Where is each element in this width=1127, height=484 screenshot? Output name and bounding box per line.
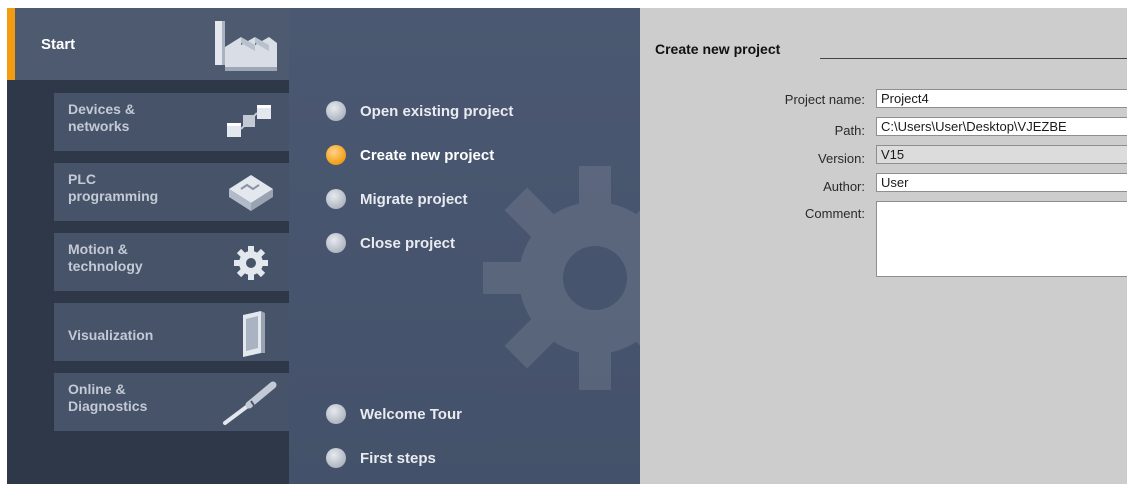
tia-portal-start-view: Start Devices & networks PLC programming bbox=[0, 0, 1127, 484]
action-label: Create new project bbox=[360, 146, 495, 164]
tile-label: Devices & networks bbox=[68, 101, 135, 134]
nav-tile-plc-programming[interactable]: PLC programming bbox=[54, 163, 289, 221]
action-label: Close project bbox=[360, 234, 456, 252]
author-label: Author: bbox=[823, 179, 865, 194]
nav-tile-motion-technology[interactable]: Motion & technology bbox=[54, 233, 289, 291]
tile-label: Visualization bbox=[68, 327, 154, 343]
welcome-tour-action[interactable]: Welcome Tour bbox=[326, 402, 462, 426]
panel-screen-icon bbox=[243, 311, 265, 357]
bullet-icon bbox=[326, 145, 346, 165]
diagnostics-probe-icon bbox=[223, 381, 277, 425]
bullet-icon bbox=[326, 404, 346, 424]
network-devices-icon bbox=[227, 105, 271, 137]
tile-label: Online & Diagnostics bbox=[68, 381, 148, 414]
motion-gear-icon bbox=[234, 246, 268, 280]
bullet-icon bbox=[326, 448, 346, 468]
title-divider bbox=[820, 58, 1127, 59]
start-label: Start bbox=[41, 36, 76, 53]
close-project-action[interactable]: Close project bbox=[326, 231, 455, 255]
comment-field[interactable] bbox=[876, 201, 1127, 277]
action-label: Open existing project bbox=[360, 102, 514, 120]
version-field: V15 bbox=[876, 145, 1127, 164]
active-accent-bar bbox=[7, 8, 15, 80]
bullet-icon bbox=[326, 101, 346, 121]
action-label: Welcome Tour bbox=[360, 405, 462, 423]
plc-programming-icon bbox=[229, 175, 273, 211]
tile-label: Motion & technology bbox=[68, 241, 143, 274]
form-title: Create new project bbox=[655, 41, 781, 57]
action-label: First steps bbox=[360, 449, 436, 467]
project-name-label: Project name: bbox=[784, 92, 865, 107]
action-label: Migrate project bbox=[360, 190, 468, 208]
tile-label: PLC programming bbox=[68, 171, 159, 204]
nav-tile-devices-networks[interactable]: Devices & networks bbox=[54, 93, 289, 151]
open-existing-project-action[interactable]: Open existing project bbox=[326, 99, 513, 123]
project-name-field[interactable]: Project4 bbox=[876, 89, 1127, 108]
nav-tile-online-diagnostics[interactable]: Online & Diagnostics bbox=[54, 373, 289, 431]
version-label: Version: bbox=[818, 151, 865, 166]
create-new-project-action[interactable]: Create new project bbox=[326, 143, 494, 167]
nav-tile-visualization[interactable]: Visualization bbox=[54, 303, 289, 361]
gear-watermark-icon bbox=[483, 166, 640, 390]
migrate-project-action[interactable]: Migrate project bbox=[326, 187, 468, 211]
comment-label: Comment: bbox=[805, 206, 865, 221]
path-label: Path: bbox=[834, 123, 865, 138]
bullet-icon bbox=[326, 189, 346, 209]
factory-icon bbox=[215, 21, 277, 71]
author-field[interactable]: User bbox=[876, 173, 1127, 192]
bullet-icon bbox=[326, 233, 346, 253]
first-steps-action[interactable]: First steps bbox=[326, 446, 436, 470]
path-field[interactable]: C:\Users\User\Desktop\VJEZBE bbox=[876, 117, 1127, 136]
